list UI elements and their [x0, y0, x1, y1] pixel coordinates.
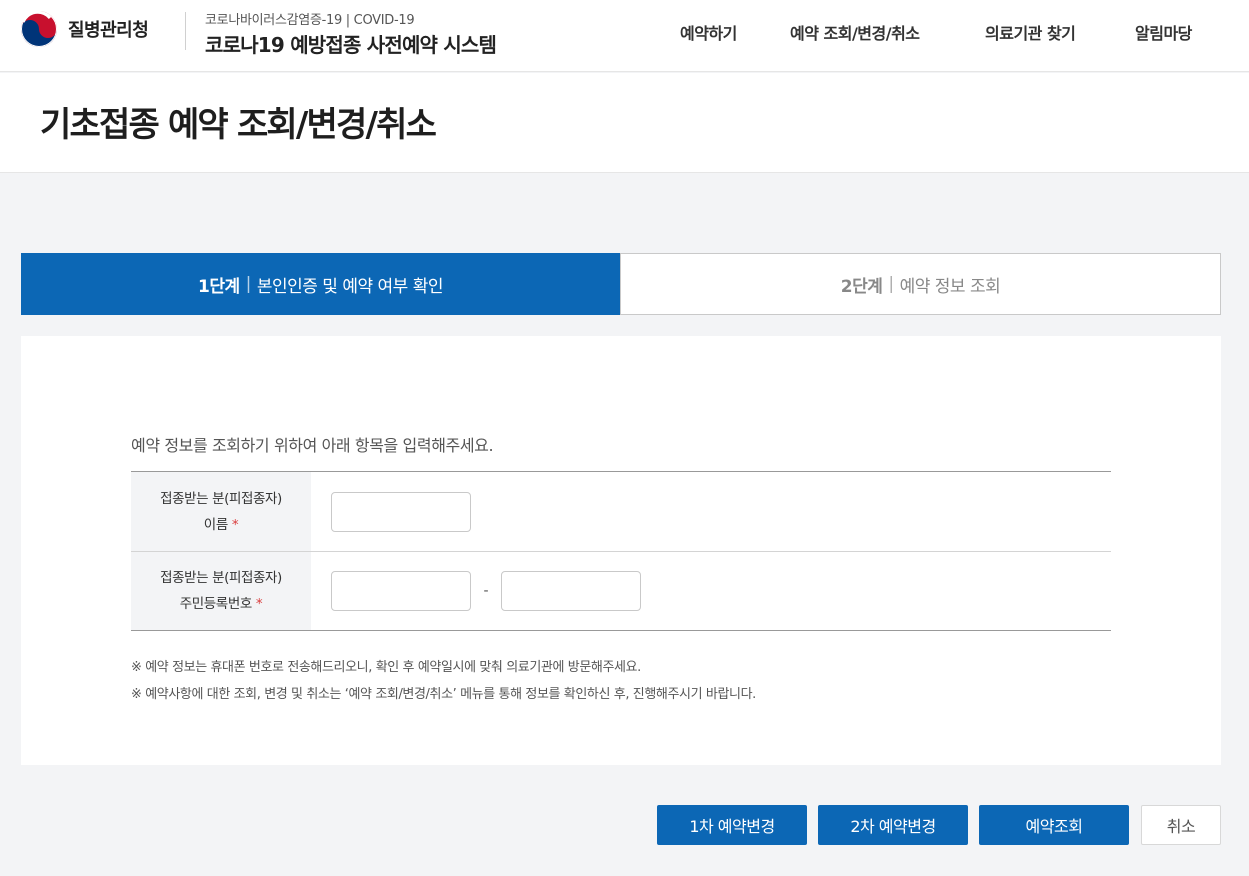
rrn-back-input[interactable] — [501, 571, 641, 611]
name-cell — [311, 472, 1111, 551]
page-title-bar: 기초접종 예약 조회/변경/취소 — [0, 73, 1249, 173]
step-1-number: 1단계 — [198, 276, 240, 297]
required-mark: * — [231, 516, 239, 533]
step-1: 1단계 | 본인인증 및 예약 여부 확인 — [21, 253, 620, 315]
rrn-label-line2: 주민등록번호 — [179, 596, 253, 612]
rrn-separator: - — [483, 583, 489, 599]
cancel-button[interactable]: 취소 — [1141, 805, 1221, 845]
change-first-dose-button[interactable]: 1차 예약변경 — [657, 805, 807, 845]
form-table: 접종받는 분(피접종자) 이름 * 접종받는 분(피접종자) 주민등록번호 * - — [131, 471, 1111, 631]
step-2-number: 2단계 — [840, 276, 883, 297]
change-second-dose-button[interactable]: 2차 예약변경 — [818, 805, 968, 845]
note-2: ※ 예약사항에 대한 조회, 변경 및 취소는 ‘예약 조회/변경/취소’ 메뉴… — [131, 687, 756, 702]
nav-item-notice[interactable]: 알림마당 — [1135, 20, 1192, 44]
nav-item-lookup-change-cancel[interactable]: 예약 조회/변경/취소 — [790, 20, 920, 44]
name-label-line2: 이름 — [203, 516, 228, 533]
step-1-label: 본인인증 및 예약 여부 확인 — [256, 276, 444, 297]
nav-item-reserve[interactable]: 예약하기 — [680, 20, 737, 44]
form-panel: 예약 정보를 조회하기 위하여 아래 항목을 입력해주세요. 접종받는 분(피접… — [21, 336, 1221, 765]
required-mark: * — [255, 596, 263, 612]
form-intro: 예약 정보를 조회하기 위하여 아래 항목을 입력해주세요. — [131, 436, 494, 455]
page-title: 기초접종 예약 조회/변경/취소 — [40, 105, 437, 145]
step-2: 2단계 | 예약 정보 조회 — [620, 253, 1221, 315]
rrn-label-line1: 접종받는 분(피접종자) — [160, 570, 282, 586]
step-indicator: 1단계 | 본인인증 및 예약 여부 확인 2단계 | 예약 정보 조회 — [21, 253, 1221, 315]
form-notes: ※ 예약 정보는 휴대폰 번호로 전송해드리오니, 확인 후 예약일시에 맞춰 … — [131, 654, 756, 708]
nav-item-find-hospital[interactable]: 의료기관 찾기 — [985, 20, 1076, 44]
step-2-label: 예약 정보 조회 — [899, 276, 1001, 297]
form-row-name: 접종받는 분(피접종자) 이름 * — [131, 472, 1111, 551]
name-input[interactable] — [331, 491, 471, 532]
name-label: 접종받는 분(피접종자) 이름 * — [131, 472, 311, 551]
lookup-reservation-button[interactable]: 예약조회 — [979, 805, 1129, 845]
rrn-front-input[interactable] — [331, 571, 471, 611]
site-header: 질병관리청 코로나바이러스감염증-19 | COVID-19 코로나19 예방접… — [0, 0, 1249, 72]
main-nav: 예약하기 예약 조회/변경/취소 의료기관 찾기 알림마당 — [0, 20, 1249, 44]
rrn-label: 접종받는 분(피접종자) 주민등록번호 * — [131, 552, 311, 630]
rrn-cell: - — [311, 552, 1111, 630]
name-label-line1: 접종받는 분(피접종자) — [160, 490, 282, 507]
form-row-rrn: 접종받는 분(피접종자) 주민등록번호 * - — [131, 551, 1111, 630]
note-1: ※ 예약 정보는 휴대폰 번호로 전송해드리오니, 확인 후 예약일시에 맞춰 … — [131, 660, 641, 675]
